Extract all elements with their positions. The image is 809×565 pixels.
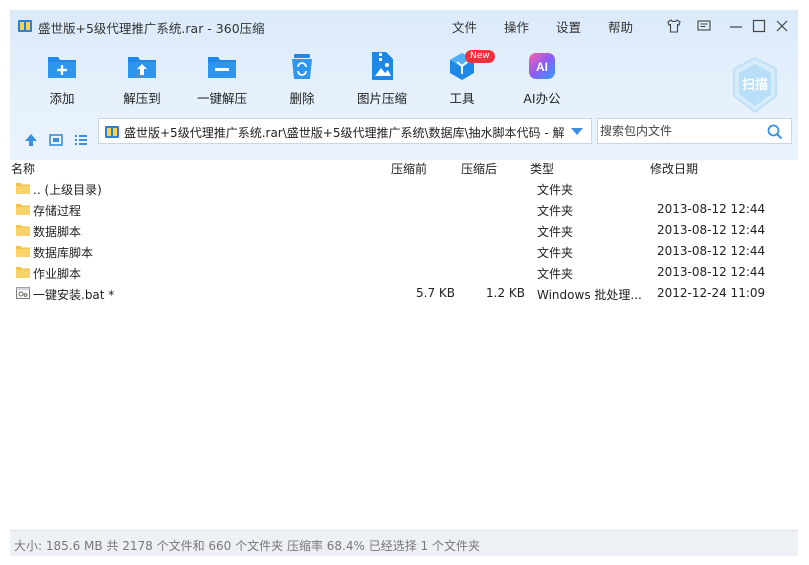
item-name: 数据脚本 <box>33 225 82 239</box>
file-list: 名称 压缩前 压缩后 类型 修改日期 .. (上级目录) 文件夹 存储过程 文件… <box>10 160 798 530</box>
minimize-icon[interactable] <box>728 18 744 34</box>
extract-to-button[interactable]: 解压到 <box>100 48 184 110</box>
column-name[interactable]: 名称 <box>11 160 35 178</box>
one-click-extract-icon <box>208 57 236 78</box>
menu-operation[interactable]: 操作 <box>504 17 529 36</box>
extract-to-label: 解压到 <box>123 91 161 106</box>
menu-help[interactable]: 帮助 <box>608 17 633 36</box>
item-type: 文件夹 <box>537 267 574 281</box>
folder-icon <box>16 225 30 236</box>
one-click-extract-button[interactable]: 一键解压 <box>180 48 264 110</box>
app-window: 盛世版+5级代理推广系统.rar - 360压缩 文件 操作 设置 帮助 添加 … <box>0 0 809 565</box>
list-view-icon[interactable] <box>72 132 90 148</box>
list-item[interactable]: 数据库脚本 文件夹 2013-08-12 12:44 <box>10 241 798 262</box>
item-type: 文件夹 <box>537 183 574 197</box>
delete-label: 删除 <box>289 91 315 106</box>
image-compress-icon <box>372 52 393 80</box>
list-item[interactable]: .. (上级目录) 文件夹 <box>10 178 798 199</box>
delete-button[interactable]: 删除 <box>260 48 344 110</box>
feedback-icon[interactable] <box>696 18 712 34</box>
item-date: 2013-08-12 12:44 <box>657 244 766 258</box>
add-button[interactable]: 添加 <box>20 48 104 110</box>
item-type: 文件夹 <box>537 204 574 218</box>
add-folder-icon <box>48 57 76 78</box>
list-item[interactable]: 一键安装.bat * 5.7 KB 1.2 KB Windows 批处理... … <box>10 283 798 304</box>
item-size-before: 5.7 KB <box>416 286 455 300</box>
item-name: 作业脚本 <box>33 267 82 281</box>
path-dropdown-icon[interactable] <box>571 128 583 135</box>
new-badge: New <box>465 50 495 63</box>
svg-text:扫描: 扫描 <box>742 77 768 93</box>
item-name: 一键安装.bat * <box>33 288 115 302</box>
status-bar: 大小: 185.6 MB 共 2178 个文件和 660 个文件夹 压缩率 68… <box>10 530 798 556</box>
item-type: 文件夹 <box>537 246 574 260</box>
skin-shirt-icon[interactable] <box>666 18 682 34</box>
folder-icon <box>16 246 30 257</box>
item-date: 2013-08-12 12:44 <box>657 223 766 237</box>
ai-office-icon: AI <box>529 53 555 79</box>
folder-icon <box>16 183 30 194</box>
item-date: 2013-08-12 12:44 <box>657 202 766 216</box>
folder-icon <box>16 204 30 215</box>
up-arrow-icon[interactable] <box>22 132 40 148</box>
tools-label: 工具 <box>449 91 475 106</box>
thumbnail-view-icon[interactable] <box>47 132 65 148</box>
list-item[interactable]: 存储过程 文件夹 2013-08-12 12:44 <box>10 199 798 220</box>
one-click-extract-label: 一键解压 <box>196 91 247 106</box>
folder-icon <box>16 267 30 278</box>
menu-file[interactable]: 文件 <box>452 17 477 36</box>
item-name: .. (上级目录) <box>33 183 102 197</box>
item-type: 文件夹 <box>537 225 574 239</box>
item-size-after: 1.2 KB <box>486 286 525 300</box>
archive-icon <box>105 126 119 138</box>
item-name: 存储过程 <box>33 204 82 218</box>
search-box <box>597 118 792 144</box>
title-bar: 盛世版+5级代理推广系统.rar - 360压缩 文件 操作 设置 帮助 <box>10 10 798 42</box>
search-icon[interactable] <box>767 124 783 140</box>
archive-app-icon <box>18 20 32 32</box>
scan-shield-button[interactable]: 扫描 <box>730 56 780 114</box>
close-icon[interactable] <box>774 18 790 34</box>
address-bar[interactable]: 盛世版+5级代理推广系统.rar\盛世版+5级代理推广系统\数据库\抽水脚本代码… <box>98 118 592 144</box>
svg-text:AI: AI <box>536 60 548 74</box>
column-type[interactable]: 类型 <box>530 160 554 178</box>
extract-to-icon <box>128 57 156 78</box>
menu-settings[interactable]: 设置 <box>556 17 581 36</box>
list-item[interactable]: 作业脚本 文件夹 2013-08-12 12:44 <box>10 262 798 283</box>
recycle-bin-icon <box>292 54 312 79</box>
add-label: 添加 <box>49 91 75 106</box>
column-size-after[interactable]: 压缩后 <box>461 160 497 178</box>
image-compress-label: 图片压缩 <box>356 91 407 106</box>
column-size-before[interactable]: 压缩前 <box>391 160 427 178</box>
column-date[interactable]: 修改日期 <box>650 160 698 178</box>
ai-office-button[interactable]: AI AI办公 <box>500 48 584 110</box>
ai-office-label: AI办公 <box>523 91 561 106</box>
address-path: 盛世版+5级代理推广系统.rar\盛世版+5级代理推广系统\数据库\抽水脚本代码… <box>124 126 564 140</box>
status-text: 大小: 185.6 MB 共 2178 个文件和 660 个文件夹 压缩率 68… <box>14 539 480 553</box>
batch-file-icon <box>16 287 30 299</box>
search-input[interactable] <box>600 122 760 140</box>
item-name: 数据库脚本 <box>33 246 94 260</box>
item-type: Windows 批处理... <box>537 288 642 302</box>
window-title: 盛世版+5级代理推广系统.rar - 360压缩 <box>38 21 265 36</box>
item-date: 2012-12-24 11:09 <box>657 286 766 300</box>
item-date: 2013-08-12 12:44 <box>657 265 766 279</box>
maximize-icon[interactable] <box>751 18 767 34</box>
list-item[interactable]: 数据脚本 文件夹 2013-08-12 12:44 <box>10 220 798 241</box>
image-compress-button[interactable]: 图片压缩 <box>340 48 424 110</box>
